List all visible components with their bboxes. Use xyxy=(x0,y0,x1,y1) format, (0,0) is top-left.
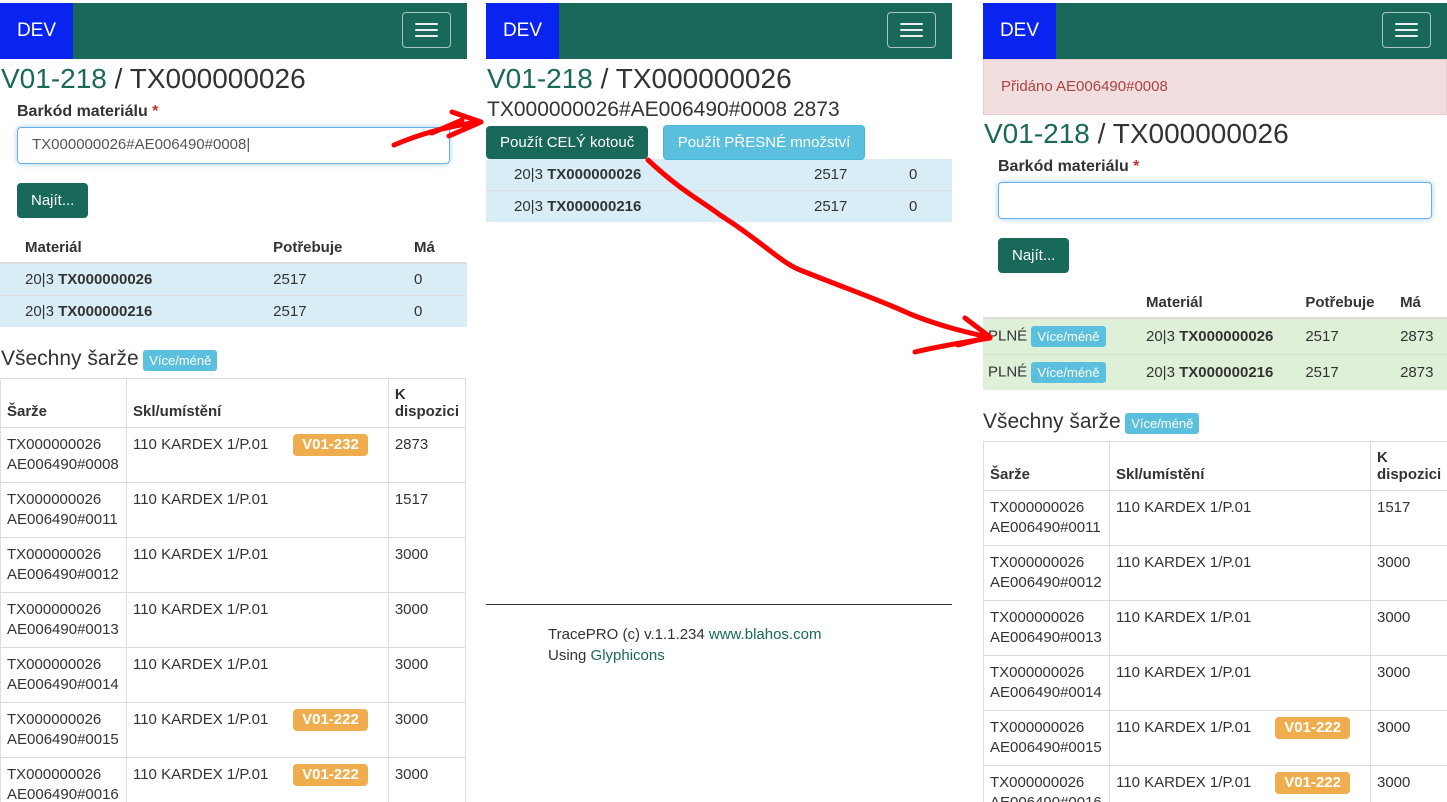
status-label: PLNÉ xyxy=(988,327,1028,345)
barcode-input[interactable] xyxy=(998,182,1432,219)
dev-badge: DEV xyxy=(983,3,1056,59)
batches-table: Šarže Skl/umístění Kdispozici TX00000002… xyxy=(0,378,467,802)
materials-table: Materiál Potřebuje Má PLNÉ Více/méně 20|… xyxy=(983,288,1447,390)
table-row[interactable]: TX000000026 AE006490#0011 110 KARDEX 1/P.0… xyxy=(0,482,467,539)
screen-3: DEV Přidáno AE006490#0008 V01-218 / TX00… xyxy=(983,3,1447,802)
find-button[interactable]: Najít... xyxy=(998,238,1070,273)
table-row[interactable]: 20|3 TX000000216 2517 0 xyxy=(0,295,467,327)
batches-header: Všechny šarže Více/méně xyxy=(0,347,467,372)
find-button[interactable]: Najít... xyxy=(17,183,89,218)
navbar: DEV xyxy=(0,3,467,59)
barcode-input[interactable]: TX000000026#AE006490#0008| xyxy=(17,127,450,164)
order-tag-badge[interactable]: V01-222 xyxy=(1275,772,1350,795)
dev-badge: DEV xyxy=(0,3,73,59)
more-less-button[interactable]: Více/méně xyxy=(1125,413,1200,435)
order-tag-badge[interactable]: V01-222 xyxy=(1275,717,1350,740)
table-row[interactable]: TX000000026AE006490#0016110 KARDEX 1/P.0… xyxy=(0,757,467,802)
navbar: DEV xyxy=(486,3,952,59)
scanned-batch: TX000000026#AE006490#0008 2873 xyxy=(487,98,840,121)
order-link[interactable]: V01-218 xyxy=(1,63,107,94)
screen-1: DEV V01-218 / TX000000026 Barkód materiá… xyxy=(0,3,467,802)
page-title: V01-218 / TX000000026 xyxy=(1,63,306,94)
barcode-label: Barkód materiálu * xyxy=(998,158,1140,175)
table-row[interactable]: TX000000026AE006490#0016110 KARDEX 1/P.0… xyxy=(983,765,1447,802)
page-title: V01-218 / TX000000026 xyxy=(487,63,792,94)
barcode-label: Barkód materiálu * xyxy=(17,103,159,120)
table-row[interactable]: TX000000026 AE006490#0008 110 KARDEX 1/P.0… xyxy=(0,427,467,484)
use-exact-amount-button[interactable]: Použít PŘESNÉ množství xyxy=(662,125,866,160)
menu-toggle-button[interactable] xyxy=(887,12,936,48)
order-tag-badge[interactable]: V01-222 xyxy=(293,764,368,787)
hamburger-icon xyxy=(900,23,923,25)
table-row[interactable]: 20|3 TX000000216 2517 0 xyxy=(486,190,952,222)
order-tag-badge[interactable]: V01-232 xyxy=(293,434,368,457)
footer: TracePRO (c) v.1.1.234 www.blahos.com Us… xyxy=(548,626,822,664)
table-row[interactable]: 20|3 TX000000026 2517 0 xyxy=(486,159,952,191)
more-less-button[interactable]: Více/méně xyxy=(1031,362,1106,383)
table-row[interactable]: TX000000026 AE006490#0013 110 KARDEX 1/P.0… xyxy=(983,600,1447,657)
table-row[interactable]: PLNÉ Více/méně 20|3 TX000000026 2517 287… xyxy=(983,317,1447,355)
table-row[interactable]: TX000000026 AE006490#0011 110 KARDEX 1/P.0… xyxy=(983,490,1447,547)
batches-header: Všechny šarže Více/méně xyxy=(983,410,1447,435)
status-label: PLNÉ xyxy=(988,363,1028,381)
materials-table: Materiál Potřebuje Má 20|3 TX000000026 2… xyxy=(0,233,467,327)
batches-table: Šarže Skl/umístění Kdispozici TX00000002… xyxy=(983,441,1447,802)
table-row[interactable]: 20|3 TX000000026 2517 0 xyxy=(0,262,467,296)
section-title: Všechny šarže xyxy=(1,347,139,370)
more-less-button[interactable]: Více/méně xyxy=(1031,326,1106,347)
order-link[interactable]: V01-218 xyxy=(984,118,1090,149)
table-row[interactable]: TX000000026 AE006490#0015 110 KARDEX 1/P.0… xyxy=(983,710,1447,767)
hamburger-icon xyxy=(1395,23,1418,25)
order-link[interactable]: V01-218 xyxy=(487,63,593,94)
glyphicons-link[interactable]: Glyphicons xyxy=(591,647,665,664)
use-whole-reel-button[interactable]: Použít CELÝ kotouč xyxy=(486,126,649,159)
table-row[interactable]: TX000000026 AE006490#0014 110 KARDEX 1/P.0… xyxy=(0,647,467,704)
table-row[interactable]: PLNÉ Více/méně 20|3 TX000000216 2517 287… xyxy=(983,354,1447,390)
table-row[interactable]: TX000000026 AE006490#0014 110 KARDEX 1/P.0… xyxy=(983,655,1447,712)
page-title: V01-218 / TX000000026 xyxy=(984,118,1289,149)
table-row[interactable]: TX000000026 AE006490#0013 110 KARDEX 1/P.0… xyxy=(0,592,467,649)
table-row[interactable]: TX000000026 AE006490#0015 110 KARDEX 1/P.0… xyxy=(0,702,467,759)
footer-divider xyxy=(486,604,952,605)
footer-link[interactable]: www.blahos.com xyxy=(709,626,822,643)
materials-table: 20|3 TX000000026 2517 0 20|3 TX000000216… xyxy=(486,159,952,222)
more-less-button[interactable]: Více/méně xyxy=(143,350,218,372)
order-tag-badge[interactable]: V01-222 xyxy=(293,709,368,732)
table-row[interactable]: TX000000026 AE006490#0012 110 KARDEX 1/P.0… xyxy=(0,537,467,594)
section-title: Všechny šarže xyxy=(983,410,1121,433)
dev-badge: DEV xyxy=(486,3,559,59)
success-alert: Přidáno AE006490#0008 xyxy=(983,59,1447,115)
navbar: DEV xyxy=(983,3,1447,59)
menu-toggle-button[interactable] xyxy=(1382,12,1431,48)
table-row[interactable]: TX000000026 AE006490#0012 110 KARDEX 1/P.0… xyxy=(983,545,1447,602)
action-buttons: Použít CELÝ kotouč Použít PŘESNÉ množstv… xyxy=(486,125,952,160)
menu-toggle-button[interactable] xyxy=(402,12,451,48)
screen-2: DEV V01-218 / TX000000026 TX000000026#AE… xyxy=(486,3,952,802)
hamburger-icon xyxy=(415,23,438,25)
